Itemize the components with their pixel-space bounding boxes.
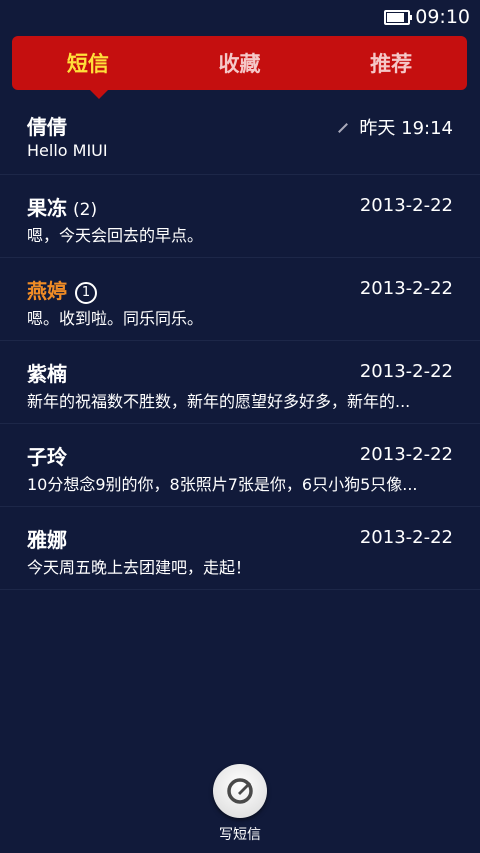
conversation-row[interactable]: 雅娜 2013-2-22 今天周五晚上去团建吧，走起！ <box>0 507 480 590</box>
conversation-row[interactable]: 果冻 (2) 2013-2-22 嗯，今天会回去的早点。 <box>0 175 480 258</box>
message-preview: 10分想念9别的你，8张照片7张是你，6只小狗5只像... <box>27 475 418 494</box>
battery-fill <box>387 12 405 22</box>
tab-favorites[interactable]: 收藏 <box>164 48 316 78</box>
message-preview: Hello MIUI <box>27 141 108 160</box>
conversation-row[interactable]: 紫楠 2013-2-22 新年的祝福数不胜数，新年的愿望好多好多，新年的... <box>0 341 480 424</box>
contact-name: 燕婷 1 <box>27 275 97 304</box>
contact-name: 果冻 (2) <box>27 196 98 220</box>
message-preview: 新年的祝福数不胜数，新年的愿望好多好多，新年的... <box>27 392 411 411</box>
status-time: 09:10 <box>415 6 470 28</box>
message-preview: 嗯，今天会回去的早点。 <box>27 226 204 245</box>
battery-icon <box>384 9 413 25</box>
unread-badge: 1 <box>75 282 97 304</box>
status-bar: 09:10 <box>0 0 480 34</box>
contact-name: 倩倩 <box>27 115 67 139</box>
pencil-icon <box>338 123 349 133</box>
tab-recommended[interactable]: 推荐 <box>315 48 467 78</box>
tab-sms[interactable]: 短信 <box>12 48 164 78</box>
message-time: 2013-2-22 <box>359 444 453 465</box>
message-time: 2013-2-22 <box>359 527 453 548</box>
conversation-row[interactable]: 子玲 2013-2-22 10分想念9别的你，8张照片7张是你，6只小狗5只像.… <box>0 424 480 507</box>
message-time: 2013-2-22 <box>359 361 453 382</box>
message-count: (2) <box>73 200 98 220</box>
message-time: 2013-2-22 <box>359 195 453 216</box>
tab-bar: 短信 收藏 推荐 <box>12 36 467 99</box>
contact-name: 紫楠 <box>27 362 67 386</box>
contact-name: 子玲 <box>27 445 67 469</box>
message-preview: 今天周五晚上去团建吧，走起！ <box>27 558 252 577</box>
conversation-list: 倩倩 昨天 19:14 Hello MIUI 果冻 (2) 2013-2-22 嗯… <box>0 94 480 590</box>
message-preview: 嗯。收到啦。同乐同乐。 <box>27 309 204 328</box>
compose-icon <box>227 778 253 804</box>
conversation-row[interactable]: 倩倩 昨天 19:14 Hello MIUI <box>0 94 480 175</box>
conversation-row[interactable]: 燕婷 1 2013-2-22 嗯。收到啦。同乐同乐。 <box>0 258 480 341</box>
messaging-screen: 09:10 短信 收藏 推荐 倩倩 昨天 19:14 Hello MIUI 果冻… <box>0 0 480 853</box>
compose-label: 写短信 <box>219 827 261 843</box>
contact-name: 雅娜 <box>27 528 67 552</box>
compose-button[interactable] <box>213 764 267 818</box>
message-time: 2013-2-22 <box>359 278 453 299</box>
message-time: 昨天 19:14 <box>337 114 453 140</box>
compose-area: 写短信 <box>0 764 480 844</box>
